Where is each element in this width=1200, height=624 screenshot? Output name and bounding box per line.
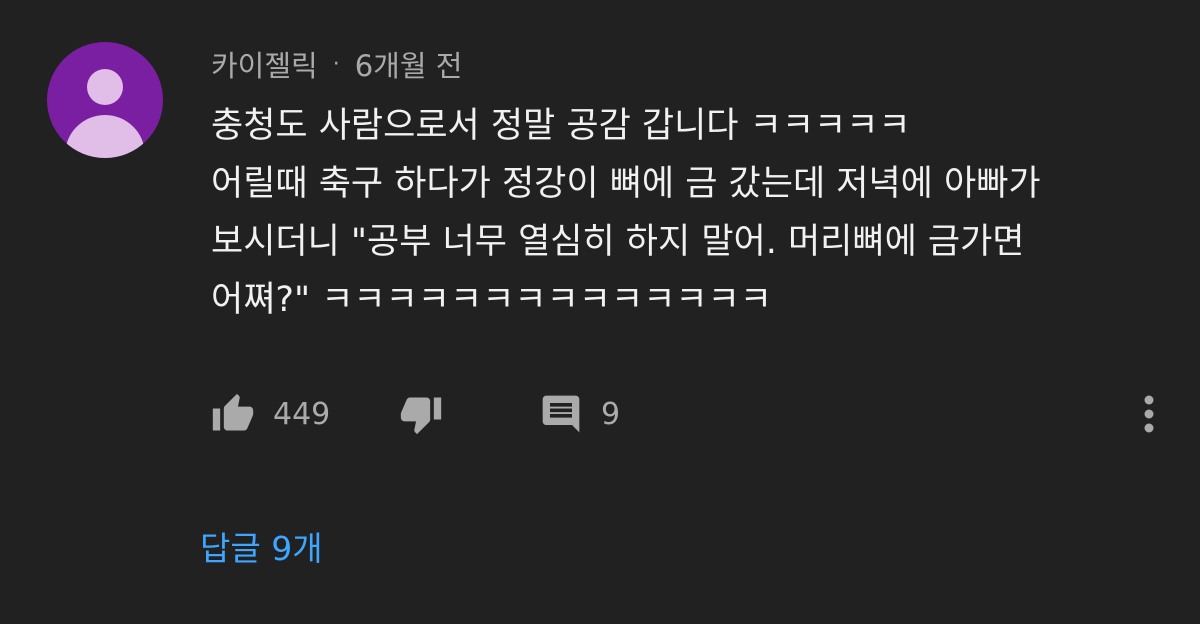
comment-actions: 449 9 <box>211 386 1171 442</box>
author-name[interactable]: 카이젤릭 <box>211 43 318 85</box>
comment-icon <box>542 395 580 433</box>
avatar[interactable] <box>47 42 163 158</box>
view-replies-link[interactable]: 답글 9개 <box>200 522 323 570</box>
more-vertical-icon <box>1144 395 1154 433</box>
avatar-head-shape <box>87 69 123 105</box>
like-count: 449 <box>273 396 331 432</box>
comment-header: 카이젤릭 · 6개월 전 <box>211 44 462 84</box>
avatar-body-shape <box>65 115 145 158</box>
thumbs-up-icon <box>212 393 254 431</box>
more-options-button[interactable] <box>1135 392 1163 436</box>
comment-thread: 카이젤릭 · 6개월 전 충청도 사람으로서 정말 공감 갑니다 ㅋㅋㅋㅋㅋ 어… <box>0 0 1200 624</box>
comment-timestamp[interactable]: 6개월 전 <box>355 43 463 85</box>
thumbs-down-icon <box>400 397 442 435</box>
comment-text: 충청도 사람으로서 정말 공감 갑니다 ㅋㅋㅋㅋㅋ 어릴때 축구 하다가 정강이… <box>211 106 1041 320</box>
reply-button[interactable]: 9 <box>539 386 620 442</box>
dislike-button[interactable] <box>399 386 443 442</box>
like-button[interactable]: 449 <box>211 386 330 442</box>
reply-count: 9 <box>601 396 621 432</box>
meta-separator: · <box>332 51 340 77</box>
